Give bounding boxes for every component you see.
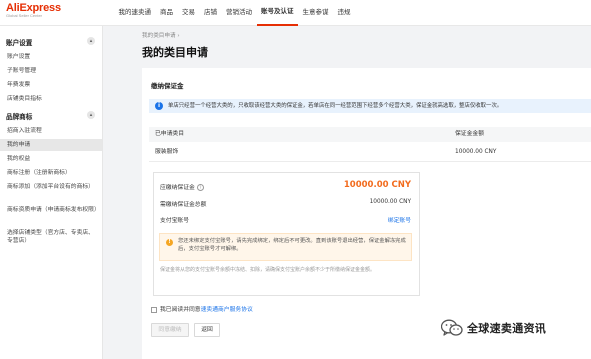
alipay-account-label: 支付宝账号 [160,218,189,224]
agreement-link[interactable]: 速卖通商户服务协议 [201,307,253,313]
row-category: 服装服饰 [155,149,179,155]
table-row: 服装服饰 10000.00 CNY [149,142,591,162]
aliexpress-logo[interactable]: AliExpress Global Seller Center [6,2,61,18]
sidebar: 账户设置 ▴ 账户设置 子账号管理 年费发票 店铺类目指标 品牌商标 ▴ 招商入… [0,26,103,359]
sidebar-item-sub-accounts[interactable]: 子账号管理 [7,67,99,75]
nav-business-advisor[interactable]: 生意参谋 [298,0,333,26]
sidebar-item-account-settings[interactable]: 账户设置 [7,53,99,61]
sidebar-section-brand[interactable]: 品牌商标 [6,111,32,121]
sidebar-item-trademark-qualification[interactable]: 商标资质申请（申请商标发布权限） [7,206,100,214]
breadcrumb-link[interactable]: 我的类目申请 [142,33,176,39]
warning-text: 您还未绑定支付宝账号，请先完成绑定，绑定后不可更改。直到该账号退出经营，保证金解… [178,238,406,252]
info-banner: i 单店只经营一个经营大类的，只收取该经营大类的保证金，若单店在同一经营范围下经… [149,99,591,113]
agree-text: 我已阅读并同意 [160,307,201,313]
page-title: 我的类目申请 [142,46,208,59]
sidebar-item-store-type[interactable]: 选择店铺类型（官方店、专卖店、专营店） [7,229,99,245]
watermark: 全球速卖通资讯 [440,319,547,337]
nav-marketing[interactable]: 营销活动 [222,0,257,26]
info-icon: i [155,102,163,110]
agreement-row: 我已阅读并同意速卖通商户服务协议 [151,304,253,313]
watermark-text: 全球速卖通资讯 [467,322,547,335]
help-icon[interactable]: ? [196,184,204,191]
bind-account-link[interactable]: 绑定账号 [388,215,411,224]
main-nav: 我的速卖通 商品 交易 店铺 营销活动 账号及认证 生意参谋 违规 [114,0,355,26]
amount-due-text: 应缴纳保证金 [160,185,195,191]
header-category: 已申请类目 [155,131,184,137]
agree-checkbox[interactable] [151,306,157,313]
sidebar-item-trademark-add[interactable]: 商标添加（添加平台设有的商标） [7,183,99,191]
table-header: 已申请类目 保证金金额 [149,127,591,142]
sidebar-item-my-applications[interactable]: 我的申请 [0,139,102,151]
collapse-icon[interactable]: ▴ [87,111,95,119]
row-amount: 10000.00 CNY [455,149,497,155]
nav-orders[interactable]: 交易 [178,0,200,26]
deposit-card: 缴纳保证金 i 单店只经营一个经营大类的，只收取该经营大类的保证金，若单店在同一… [142,68,591,359]
payment-box: 应缴纳保证金? 10000.00 CNY 需缴纳保证金总额 10000.00 C… [153,172,420,296]
warning-icon: ! [166,239,173,246]
info-text: 单店只经营一个经营大类的，只收取该经营大类的保证金，若单店在同一经营范围下经营多… [168,103,503,109]
freeze-total-value: 10000.00 CNY [369,199,411,205]
nav-violations[interactable]: 违规 [333,0,355,26]
breadcrumb: 我的类目申请 › [142,31,180,39]
sidebar-item-annual-fee-invoice[interactable]: 年费发票 [7,81,99,89]
deposit-note: 保证金将从您的支付宝账号余额中冻结、扣除，请确保支付宝账户余额不少于所缴纳保证金… [160,267,376,273]
sidebar-item-my-rights[interactable]: 我的权益 [7,155,99,163]
sidebar-section-account[interactable]: 账户设置 [6,37,32,47]
amount-due-label: 应缴纳保证金? [160,182,204,191]
nav-products[interactable]: 商品 [156,0,178,26]
back-button[interactable]: 返回 [194,323,220,337]
collapse-icon[interactable]: ▴ [87,37,95,45]
submit-button[interactable]: 同意缴纳 [151,323,189,337]
breadcrumb-separator: › [177,33,180,39]
nav-account-auth[interactable]: 账号及认证 [256,0,298,26]
section-title: 缴纳保证金 [151,82,184,90]
wechat-icon [440,319,463,337]
header-amount: 保证金金额 [455,131,484,137]
sidebar-item-category-metrics[interactable]: 店铺类目指标 [7,95,99,103]
warning-box: ! 您还未绑定支付宝账号，请先完成绑定，绑定后不可更改。直到该账号退出经营，保证… [159,233,412,261]
nav-store[interactable]: 店铺 [200,0,222,26]
sidebar-item-onboarding[interactable]: 招商入驻流程 [7,127,99,135]
sidebar-item-trademark-register[interactable]: 商标注册（注册新商标） [7,169,99,177]
freeze-total-label: 需缴纳保证金总额 [160,202,207,208]
top-navigation-bar: AliExpress Global Seller Center 我的速卖通 商品… [0,0,591,26]
nav-my-aliexpress[interactable]: 我的速卖通 [114,0,156,26]
amount-due-value: 10000.00 CNY [343,180,411,190]
